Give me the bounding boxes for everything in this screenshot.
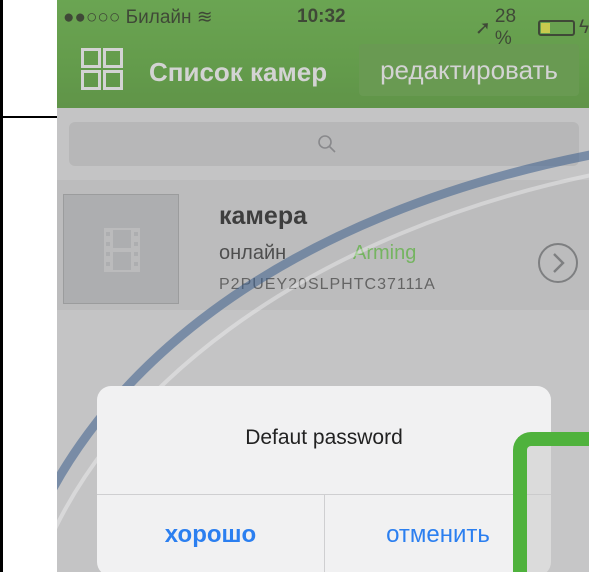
phone-screen: ●●○○○ Билайн ≋ 10:32 ➚ 28 % ϟ Список кам… (57, 0, 589, 572)
phone-case-edge (513, 432, 589, 572)
alert-message: Defaut password (245, 426, 403, 449)
ok-button[interactable]: хорошо (97, 494, 324, 572)
alert-dialog: Defaut password хорошо отменить (97, 386, 551, 572)
left-margin (3, 0, 57, 572)
